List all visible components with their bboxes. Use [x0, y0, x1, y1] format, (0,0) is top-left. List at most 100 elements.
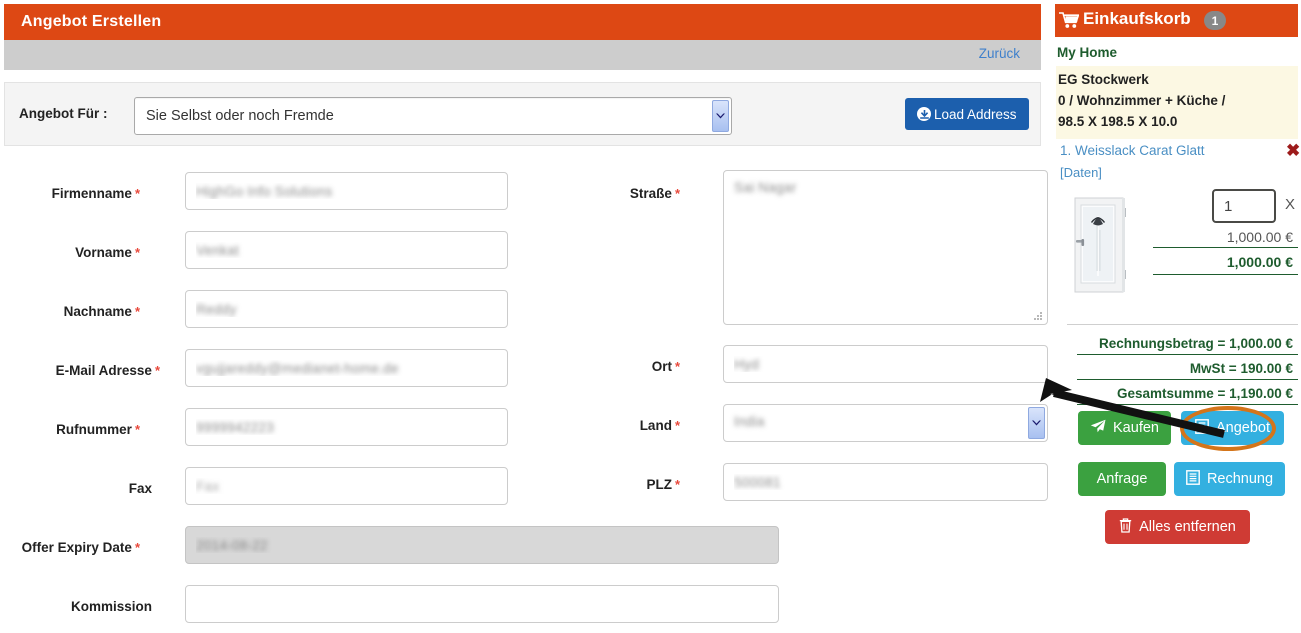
label-ort: Ort *	[651, 359, 680, 374]
anfrage-label: Anfrage	[1096, 471, 1148, 487]
offer-for-select[interactable]: Sie Selbst oder noch Fremde	[134, 97, 732, 135]
label-offer-expiry-date: Offer Expiry Date *	[21, 540, 140, 555]
field-rufnummer: Rufnummer *	[0, 408, 520, 450]
field-ort: Ort *	[560, 345, 1050, 387]
cart-item-name-link[interactable]: 1. Weisslack Carat Glatt	[1060, 143, 1205, 158]
download-icon	[917, 107, 931, 121]
total-row-gesamtsumme: Gesamtsumme = 1,190.00 €	[1117, 386, 1293, 401]
divider	[1077, 404, 1298, 405]
cart-floor-info: EG Stockwerk 0 / Wohnzimmer + Küche / 98…	[1056, 66, 1298, 139]
label-strasse: Straße *	[629, 186, 680, 201]
label-fax: Fax	[128, 481, 152, 496]
offer-for-strip: Angebot Für : Sie Selbst oder noch Fremd…	[4, 82, 1041, 146]
load-address-button[interactable]: Load Address	[905, 98, 1029, 130]
required-marker: *	[154, 363, 160, 378]
field-fax: Fax	[0, 467, 520, 509]
cart-item-data-link[interactable]: [Daten]	[1060, 165, 1102, 180]
required-marker: *	[674, 418, 680, 433]
back-link[interactable]: Zurück	[979, 46, 1020, 61]
cart-home-name: My Home	[1057, 45, 1118, 60]
panel-header: Angebot Erstellen	[4, 4, 1041, 40]
sub-toolbar: Zurück	[4, 40, 1041, 70]
anfrage-button[interactable]: Anfrage	[1078, 462, 1166, 496]
required-marker: *	[134, 245, 140, 260]
input-vorname[interactable]	[185, 231, 508, 269]
required-marker: *	[674, 359, 680, 374]
shopping-cart-panel: Einkaufskorb 1 My Home EG Stockwerk 0 / …	[1055, 4, 1300, 629]
field-strasse: Straße *	[560, 170, 1050, 325]
floor-line-3: 98.5 X 198.5 X 10.0	[1058, 114, 1178, 129]
floor-line-2: 0 / Wohnzimmer + Küche /	[1058, 93, 1226, 108]
input-email[interactable]	[185, 349, 508, 387]
chevron-down-icon[interactable]	[1028, 407, 1045, 439]
field-plz: PLZ *	[560, 463, 1050, 505]
field-email: E-Mail Adresse *	[0, 349, 520, 391]
required-marker: *	[134, 540, 140, 555]
offer-for-selected-value: Sie Selbst oder noch Fremde	[146, 108, 334, 124]
total-row-mwst: MwSt = 190.00 €	[1189, 361, 1293, 376]
input-fax[interactable]	[185, 467, 508, 505]
field-kommission: Kommission	[0, 585, 790, 627]
divider	[1077, 354, 1298, 355]
kaufen-button[interactable]: Kaufen	[1078, 411, 1171, 445]
divider	[1153, 274, 1298, 275]
required-marker: *	[134, 304, 140, 319]
alles-entfernen-button[interactable]: Alles entfernen	[1105, 510, 1250, 544]
required-marker: *	[674, 477, 680, 492]
shopping-cart-icon	[1059, 12, 1080, 29]
cart-item-thumbnail	[1069, 196, 1135, 294]
angebot-label: Angebot	[1215, 420, 1271, 436]
kaufen-label: Kaufen	[1113, 420, 1159, 436]
divider	[1077, 379, 1298, 380]
field-offer-expiry-date: Offer Expiry Date *	[0, 526, 790, 568]
divider	[1067, 324, 1298, 325]
required-marker: *	[674, 186, 680, 201]
required-marker: *	[134, 186, 140, 201]
offer-for-label: Angebot Für :	[19, 106, 108, 121]
label-kommission: Kommission	[70, 599, 152, 614]
input-kommission[interactable]	[185, 585, 779, 623]
load-address-label: Load Address	[934, 106, 1017, 122]
alles-entfernen-label: Alles entfernen	[1139, 519, 1236, 535]
cart-item-unit-price: 1,000.00 €	[1226, 229, 1293, 245]
chevron-down-icon[interactable]	[712, 100, 729, 132]
angebot-button[interactable]: Angebot	[1181, 411, 1284, 445]
cart-header: Einkaufskorb 1	[1055, 4, 1298, 37]
label-plz: PLZ *	[646, 477, 680, 492]
label-firmenname: Firmenname *	[51, 186, 140, 201]
input-ort[interactable]	[723, 345, 1048, 383]
input-offer-expiry-date[interactable]	[185, 526, 779, 564]
label-land: Land *	[639, 418, 680, 433]
page-title: Angebot Erstellen	[21, 13, 162, 30]
field-firmenname: Firmenname *	[0, 172, 520, 214]
select-land-value: India	[734, 413, 765, 429]
label-vorname: Vorname *	[75, 245, 140, 260]
rechnung-label: Rechnung	[1206, 471, 1274, 487]
divider	[1153, 247, 1298, 248]
select-land[interactable]: India	[723, 404, 1048, 442]
document-icon	[1195, 418, 1209, 438]
cart-item-quantity-input[interactable]	[1212, 189, 1276, 223]
input-rufnummer[interactable]	[185, 408, 508, 446]
total-row-rechnungsbetrag: Rechnungsbetrag = 1,000.00 €	[1099, 336, 1293, 351]
label-rufnummer: Rufnummer *	[56, 422, 140, 437]
field-nachname: Nachname *	[0, 290, 520, 332]
label-email: E-Mail Adresse *	[55, 363, 160, 378]
input-plz[interactable]	[723, 463, 1048, 501]
field-land: Land * India	[560, 404, 1050, 446]
floor-line-1: EG Stockwerk	[1058, 72, 1149, 87]
multiply-symbol: X	[1285, 196, 1296, 213]
cart-title: Einkaufskorb	[1083, 9, 1191, 28]
required-marker: *	[134, 422, 140, 437]
input-strasse[interactable]	[723, 170, 1048, 325]
input-nachname[interactable]	[185, 290, 508, 328]
send-icon	[1090, 419, 1106, 437]
input-firmenname[interactable]	[185, 172, 508, 210]
label-nachname: Nachname *	[63, 304, 140, 319]
application-page: Angebot Erstellen Zurück Angebot Für : S…	[0, 0, 1301, 633]
offer-create-panel: Angebot Erstellen Zurück Angebot Für : S…	[0, 0, 1048, 633]
field-vorname: Vorname *	[0, 231, 520, 273]
remove-item-icon[interactable]: ✖	[1286, 142, 1300, 159]
rechnung-button[interactable]: Rechnung	[1174, 462, 1285, 496]
cart-count-badge: 1	[1204, 11, 1226, 30]
